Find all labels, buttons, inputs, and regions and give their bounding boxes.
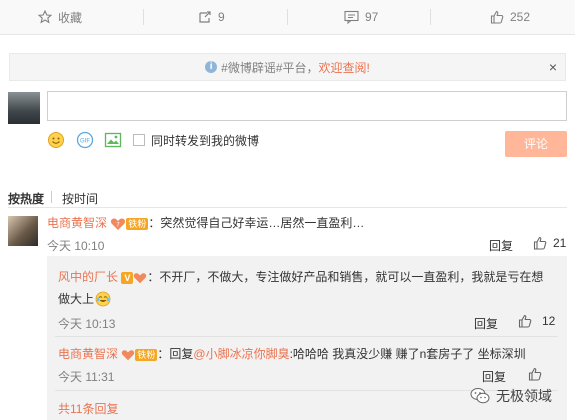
- like-button[interactable]: 252: [490, 0, 530, 34]
- reply-1-time: 今天 10:13: [58, 317, 116, 331]
- reply-2-body: 电商黄智深 铁粉 ：回复@小脚冰凉你脚臭:哈哈哈 我真没少赚 赚了n套房子了 坐标…: [58, 345, 526, 362]
- reply-1-text: ：不开厂，不做大，专注做好产品和销售，就可以一直盈利，我就是亏在想: [147, 270, 544, 284]
- reply-2-time: 今天 11:31: [58, 370, 115, 384]
- comment-body: 电商黄智深 7 铁粉 ：突然觉得自己好幸运…居然一直盈利…: [47, 214, 364, 231]
- forward-icon: [199, 11, 211, 23]
- reply-1-body: 风中的厂长 V ：不开厂，不做大，专注做好产品和销售，就可以一直盈利，我就是亏在想: [58, 268, 543, 285]
- reply-2-text: :哈哈哈 我真没少赚 赚了n套房子了 坐标深圳: [289, 347, 526, 361]
- divider: [55, 336, 558, 337]
- notice-text: #微博辟谣#平台，: [221, 60, 319, 75]
- heart-badge-icon: [134, 273, 147, 284]
- notice-link[interactable]: 欢迎查阅!: [319, 59, 370, 76]
- thumbs-up-icon: [518, 314, 532, 328]
- comment-tab[interactable]: 97: [344, 0, 378, 34]
- star-icon: [38, 10, 52, 24]
- comment-author[interactable]: 电商黄智深: [47, 216, 107, 230]
- watermark-text: 无极领域: [496, 388, 552, 404]
- info-icon: i: [205, 61, 218, 73]
- verified-v-icon: V: [121, 271, 134, 284]
- emoji-icon[interactable]: [47, 131, 65, 149]
- comment-icon: [344, 10, 359, 24]
- reply-1-author[interactable]: 风中的厂长: [58, 270, 118, 284]
- reply-2-mention[interactable]: @小脚冰凉你脚臭: [193, 347, 289, 361]
- reply-2-author[interactable]: 电商黄智深: [58, 347, 118, 361]
- divider: [8, 207, 567, 208]
- my-avatar[interactable]: [8, 92, 40, 124]
- comment-count: 97: [365, 10, 379, 24]
- gif-icon[interactable]: GIF: [76, 131, 94, 149]
- reply-1-line2: 做大上: [58, 290, 111, 307]
- rumor-notice: i #微博辟谣#平台， 欢迎查阅! ×: [9, 53, 566, 81]
- forward-button[interactable]: 9: [198, 0, 225, 34]
- fan-badge: 铁粉: [126, 217, 149, 230]
- reply-1-text-cont: 做大上: [58, 292, 95, 306]
- svg-text:GIF: GIF: [80, 139, 90, 145]
- comment-time: 今天 10:10: [47, 239, 105, 253]
- comment-text: ：突然觉得自己好幸运…居然一直盈利…: [148, 216, 365, 230]
- reply-2-reply-button[interactable]: 回复: [482, 368, 506, 385]
- reply-2-pre: ：回复: [157, 347, 194, 361]
- divider: [51, 191, 52, 203]
- favorite-label: 收藏: [58, 10, 83, 25]
- reply-1-like-count: 12: [542, 314, 556, 328]
- forward-count: 9: [218, 10, 225, 24]
- sync-label: 同时转发到我的微博: [151, 134, 260, 148]
- laugh-cry-emoji-icon: [95, 291, 111, 306]
- sync-checkbox[interactable]: [133, 134, 145, 146]
- reply-button[interactable]: 回复: [489, 237, 513, 254]
- heart-badge-icon: 7: [111, 218, 126, 230]
- watermark: 无极领域: [470, 386, 552, 406]
- comment-like-button[interactable]: 21: [533, 236, 566, 250]
- action-bar: 收藏 9 97 252: [0, 0, 575, 35]
- reply-1-like-button[interactable]: 12: [518, 314, 555, 328]
- like-count: 252: [510, 10, 531, 24]
- close-icon[interactable]: ×: [549, 59, 557, 75]
- comment-like-count: 21: [553, 236, 567, 250]
- submit-comment-button[interactable]: 评论: [505, 131, 567, 157]
- heart-badge-icon: [122, 350, 135, 361]
- reply-1-reply-button[interactable]: 回复: [474, 315, 498, 332]
- wechat-icon: [470, 388, 490, 404]
- more-replies-link[interactable]: 共11条回复: [58, 400, 118, 417]
- favorite-button[interactable]: 收藏: [38, 0, 82, 34]
- thumbs-up-icon: [533, 236, 547, 250]
- reply-2-like-button[interactable]: [528, 367, 542, 384]
- thumbs-up-icon: [490, 10, 504, 24]
- thumbs-up-icon: [528, 367, 542, 381]
- fan-badge: 铁粉: [135, 348, 158, 361]
- divider: [287, 9, 288, 25]
- commenter-avatar[interactable]: [8, 216, 38, 246]
- tab-sort-time[interactable]: 按时间: [62, 190, 98, 207]
- tab-sort-hot[interactable]: 按热度: [8, 190, 44, 207]
- divider: [430, 9, 431, 25]
- comment-input[interactable]: [47, 91, 567, 121]
- image-icon[interactable]: [104, 131, 122, 149]
- divider: [143, 9, 144, 25]
